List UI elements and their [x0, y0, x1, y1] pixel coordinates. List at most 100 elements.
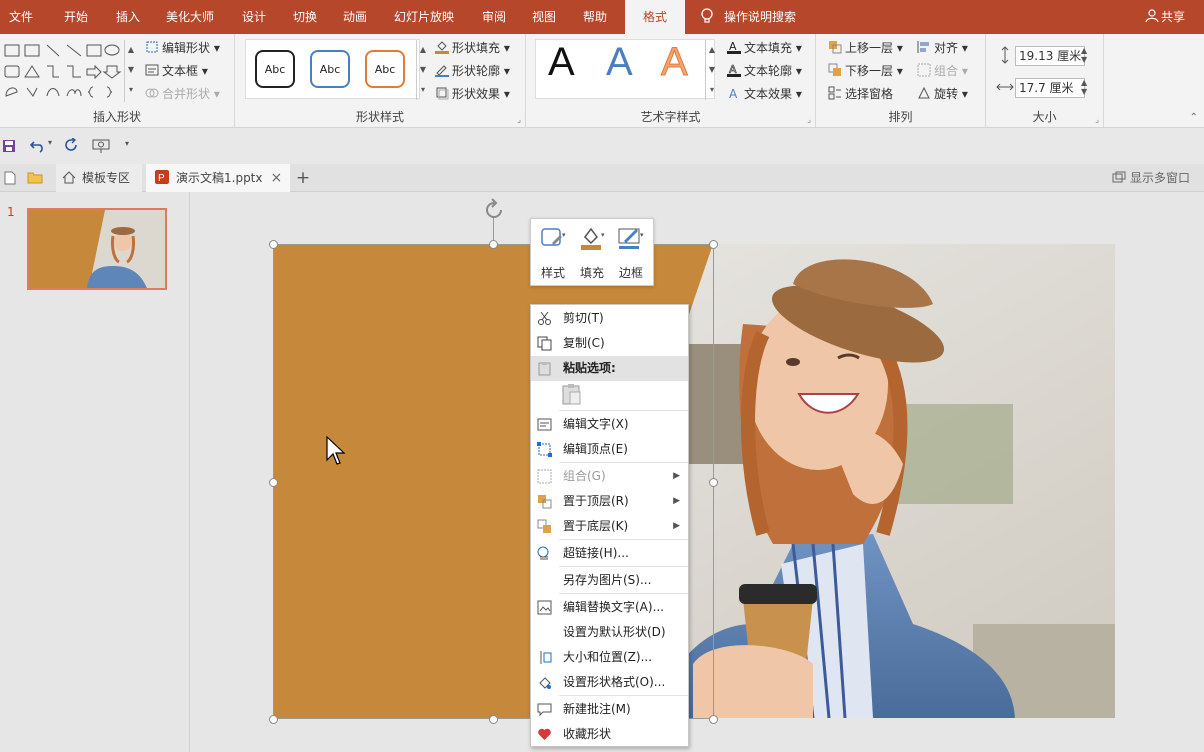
tab-slideshow[interactable]: 幻灯片放映	[394, 0, 454, 34]
tab-document[interactable]: P 演示文稿1.pptx ×	[146, 164, 290, 192]
show-multi-window-button[interactable]: 显示多窗口	[1112, 164, 1190, 192]
collapse-ribbon-icon[interactable]: ⌃	[1190, 112, 1198, 123]
menu-group[interactable]: 组合(G) ▶	[531, 464, 688, 489]
menu-bring-to-front[interactable]: 置于顶层(R) ▶	[531, 489, 688, 514]
shape-outline-label: 形状轮廓	[452, 64, 501, 78]
menu-set-default-shape[interactable]: 设置为默认形状(D)	[531, 620, 688, 645]
mini-border-button[interactable]: ▾ 边框	[613, 225, 649, 281]
wordart-blue[interactable]: A	[606, 40, 633, 85]
send-backward-button[interactable]: 下移一层 ▾	[828, 61, 903, 81]
menu-separator	[559, 539, 688, 540]
resize-handle-top-left[interactable]	[269, 240, 278, 249]
menu-favorite-shape[interactable]: 收藏形状	[531, 722, 688, 747]
size-position-icon	[540, 651, 552, 664]
shape-style-swatch-2[interactable]: Abc	[310, 50, 350, 88]
group-button[interactable]: 组合 ▾	[917, 61, 968, 81]
tab-help[interactable]: 帮助	[583, 0, 607, 34]
format-shape-icon	[539, 677, 551, 689]
menu-size-position[interactable]: 大小和位置(Z)...	[531, 645, 688, 670]
close-tab-icon[interactable]: ×	[271, 170, 283, 186]
text-box-button[interactable]: 文本框 ▾	[145, 61, 208, 81]
menu-copy[interactable]: 复制(C)	[531, 331, 688, 356]
align-button[interactable]: 对齐 ▾	[917, 38, 968, 58]
merge-shapes-button[interactable]: 合并形状 ▾	[145, 84, 220, 104]
width-spinner[interactable]: ▲ ▼	[1081, 78, 1087, 96]
wordart-launcher-icon[interactable]: ⌟	[807, 115, 811, 124]
shape-gallery-icon[interactable]	[3, 42, 123, 98]
new-tab-button[interactable]: +	[293, 164, 313, 192]
shape-effects-button[interactable]: 形状效果 ▾	[435, 84, 510, 104]
undo-dropdown-icon[interactable]: ▾	[48, 138, 52, 147]
shape-style-swatch-1[interactable]: Abc	[255, 50, 295, 88]
tab-animations[interactable]: 动画	[343, 0, 367, 34]
redo-icon[interactable]	[64, 138, 79, 153]
tab-template-zone[interactable]: 模板专区	[56, 164, 142, 192]
height-icon	[1001, 46, 1009, 64]
edit-shape-button[interactable]: 编辑形状 ▾	[145, 38, 220, 58]
menu-new-comment[interactable]: 新建批注(M)	[531, 697, 688, 722]
width-input[interactable]: 17.7 厘米	[1015, 78, 1085, 98]
height-input[interactable]: 19.13 厘米	[1015, 46, 1085, 66]
resize-handle-left[interactable]	[269, 478, 278, 487]
slide-thumbnail-1[interactable]	[27, 208, 167, 290]
customize-qat-icon[interactable]: ▾	[125, 139, 129, 148]
rotate-button[interactable]: 旋转 ▾	[917, 84, 968, 104]
shape-style-swatch-3[interactable]: Abc	[365, 50, 405, 88]
paste-keep-source-icon[interactable]	[561, 383, 583, 407]
menu-save-as-picture[interactable]: 另存为图片(S)...	[531, 568, 688, 593]
height-spinner[interactable]: ▲ ▼	[1081, 46, 1087, 64]
resize-handle-right[interactable]	[709, 478, 718, 487]
text-effects-button[interactable]: A 文本效果 ▾	[727, 84, 802, 104]
folder-icon[interactable]	[27, 171, 43, 184]
shape-styles-launcher-icon[interactable]: ⌟	[517, 115, 521, 124]
tab-file[interactable]: 文件	[9, 0, 33, 34]
menu-edit-alt-text[interactable]: 编辑替换文字(A)...	[531, 595, 688, 620]
text-fill-button[interactable]: A 文本填充 ▾	[727, 38, 802, 58]
menu-format-shape[interactable]: 设置形状格式(O)...	[531, 670, 688, 695]
tab-design[interactable]: 设计	[242, 0, 266, 34]
resize-handle-bottom-right[interactable]	[709, 715, 718, 724]
tab-transitions[interactable]: 切换	[293, 0, 317, 34]
tab-format[interactable]: 格式	[625, 0, 685, 34]
new-file-icon[interactable]	[4, 171, 16, 185]
bring-forward-button[interactable]: 上移一层 ▾	[828, 38, 903, 58]
selection-pane-button[interactable]: 选择窗格	[828, 84, 893, 104]
resize-handle-bottom-left[interactable]	[269, 715, 278, 724]
undo-icon[interactable]	[30, 139, 46, 153]
tab-review[interactable]: 审阅	[482, 0, 506, 34]
style-gallery-scroll[interactable]: ▲ ▼ ▾	[416, 40, 429, 100]
resize-handle-top-right[interactable]	[709, 240, 718, 249]
text-outline-button[interactable]: A 文本轮廓 ▾	[727, 61, 802, 81]
share-button[interactable]: 共享	[1145, 0, 1185, 34]
mini-fill-button[interactable]: ▾ 填充	[574, 225, 610, 281]
tab-beautify-master[interactable]: 美化大师	[166, 0, 214, 34]
text-box-label: 文本框	[162, 64, 199, 78]
wordart-orange[interactable]: A	[661, 40, 689, 85]
submenu-arrow-icon: ▶	[673, 496, 680, 506]
size-launcher-icon[interactable]: ⌟	[1095, 115, 1099, 124]
group-icon	[917, 63, 931, 77]
gallery-scroll[interactable]: ▲ ▼ ▾	[124, 40, 137, 102]
menu-edit-points[interactable]: 编辑顶点(E)	[531, 437, 688, 462]
menu-hyperlink[interactable]: 超链接(H)...	[531, 541, 688, 566]
menu-send-to-back[interactable]: 置于底层(K) ▶	[531, 514, 688, 539]
save-icon[interactable]	[2, 139, 16, 153]
shape-fill-button[interactable]: 形状填充 ▾	[435, 38, 510, 58]
resize-handle-bottom[interactable]	[489, 715, 498, 724]
send-to-back-icon	[537, 519, 551, 533]
menu-cut[interactable]: 剪切(T)	[531, 306, 688, 331]
mini-style-button[interactable]: ▾ 样式	[535, 225, 571, 281]
menu-edit-text[interactable]: 编辑文字(X)	[531, 412, 688, 437]
tab-view[interactable]: 视图	[532, 0, 556, 34]
resize-handle-top[interactable]	[489, 240, 498, 249]
wordart-black[interactable]: A	[548, 40, 575, 85]
shape-outline-button[interactable]: 形状轮廓 ▾	[435, 61, 510, 81]
tab-insert[interactable]: 插入	[116, 0, 140, 34]
wordart-gallery-scroll[interactable]: ▲ ▼ ▾	[705, 40, 718, 100]
search-box[interactable]: 操作说明搜索	[700, 0, 796, 34]
share-label: 共享	[1161, 10, 1186, 24]
template-zone-label: 模板专区	[82, 171, 131, 185]
rotate-handle-icon[interactable]	[482, 198, 506, 222]
presentation-icon[interactable]	[92, 138, 110, 154]
tab-home[interactable]: 开始	[64, 0, 88, 34]
